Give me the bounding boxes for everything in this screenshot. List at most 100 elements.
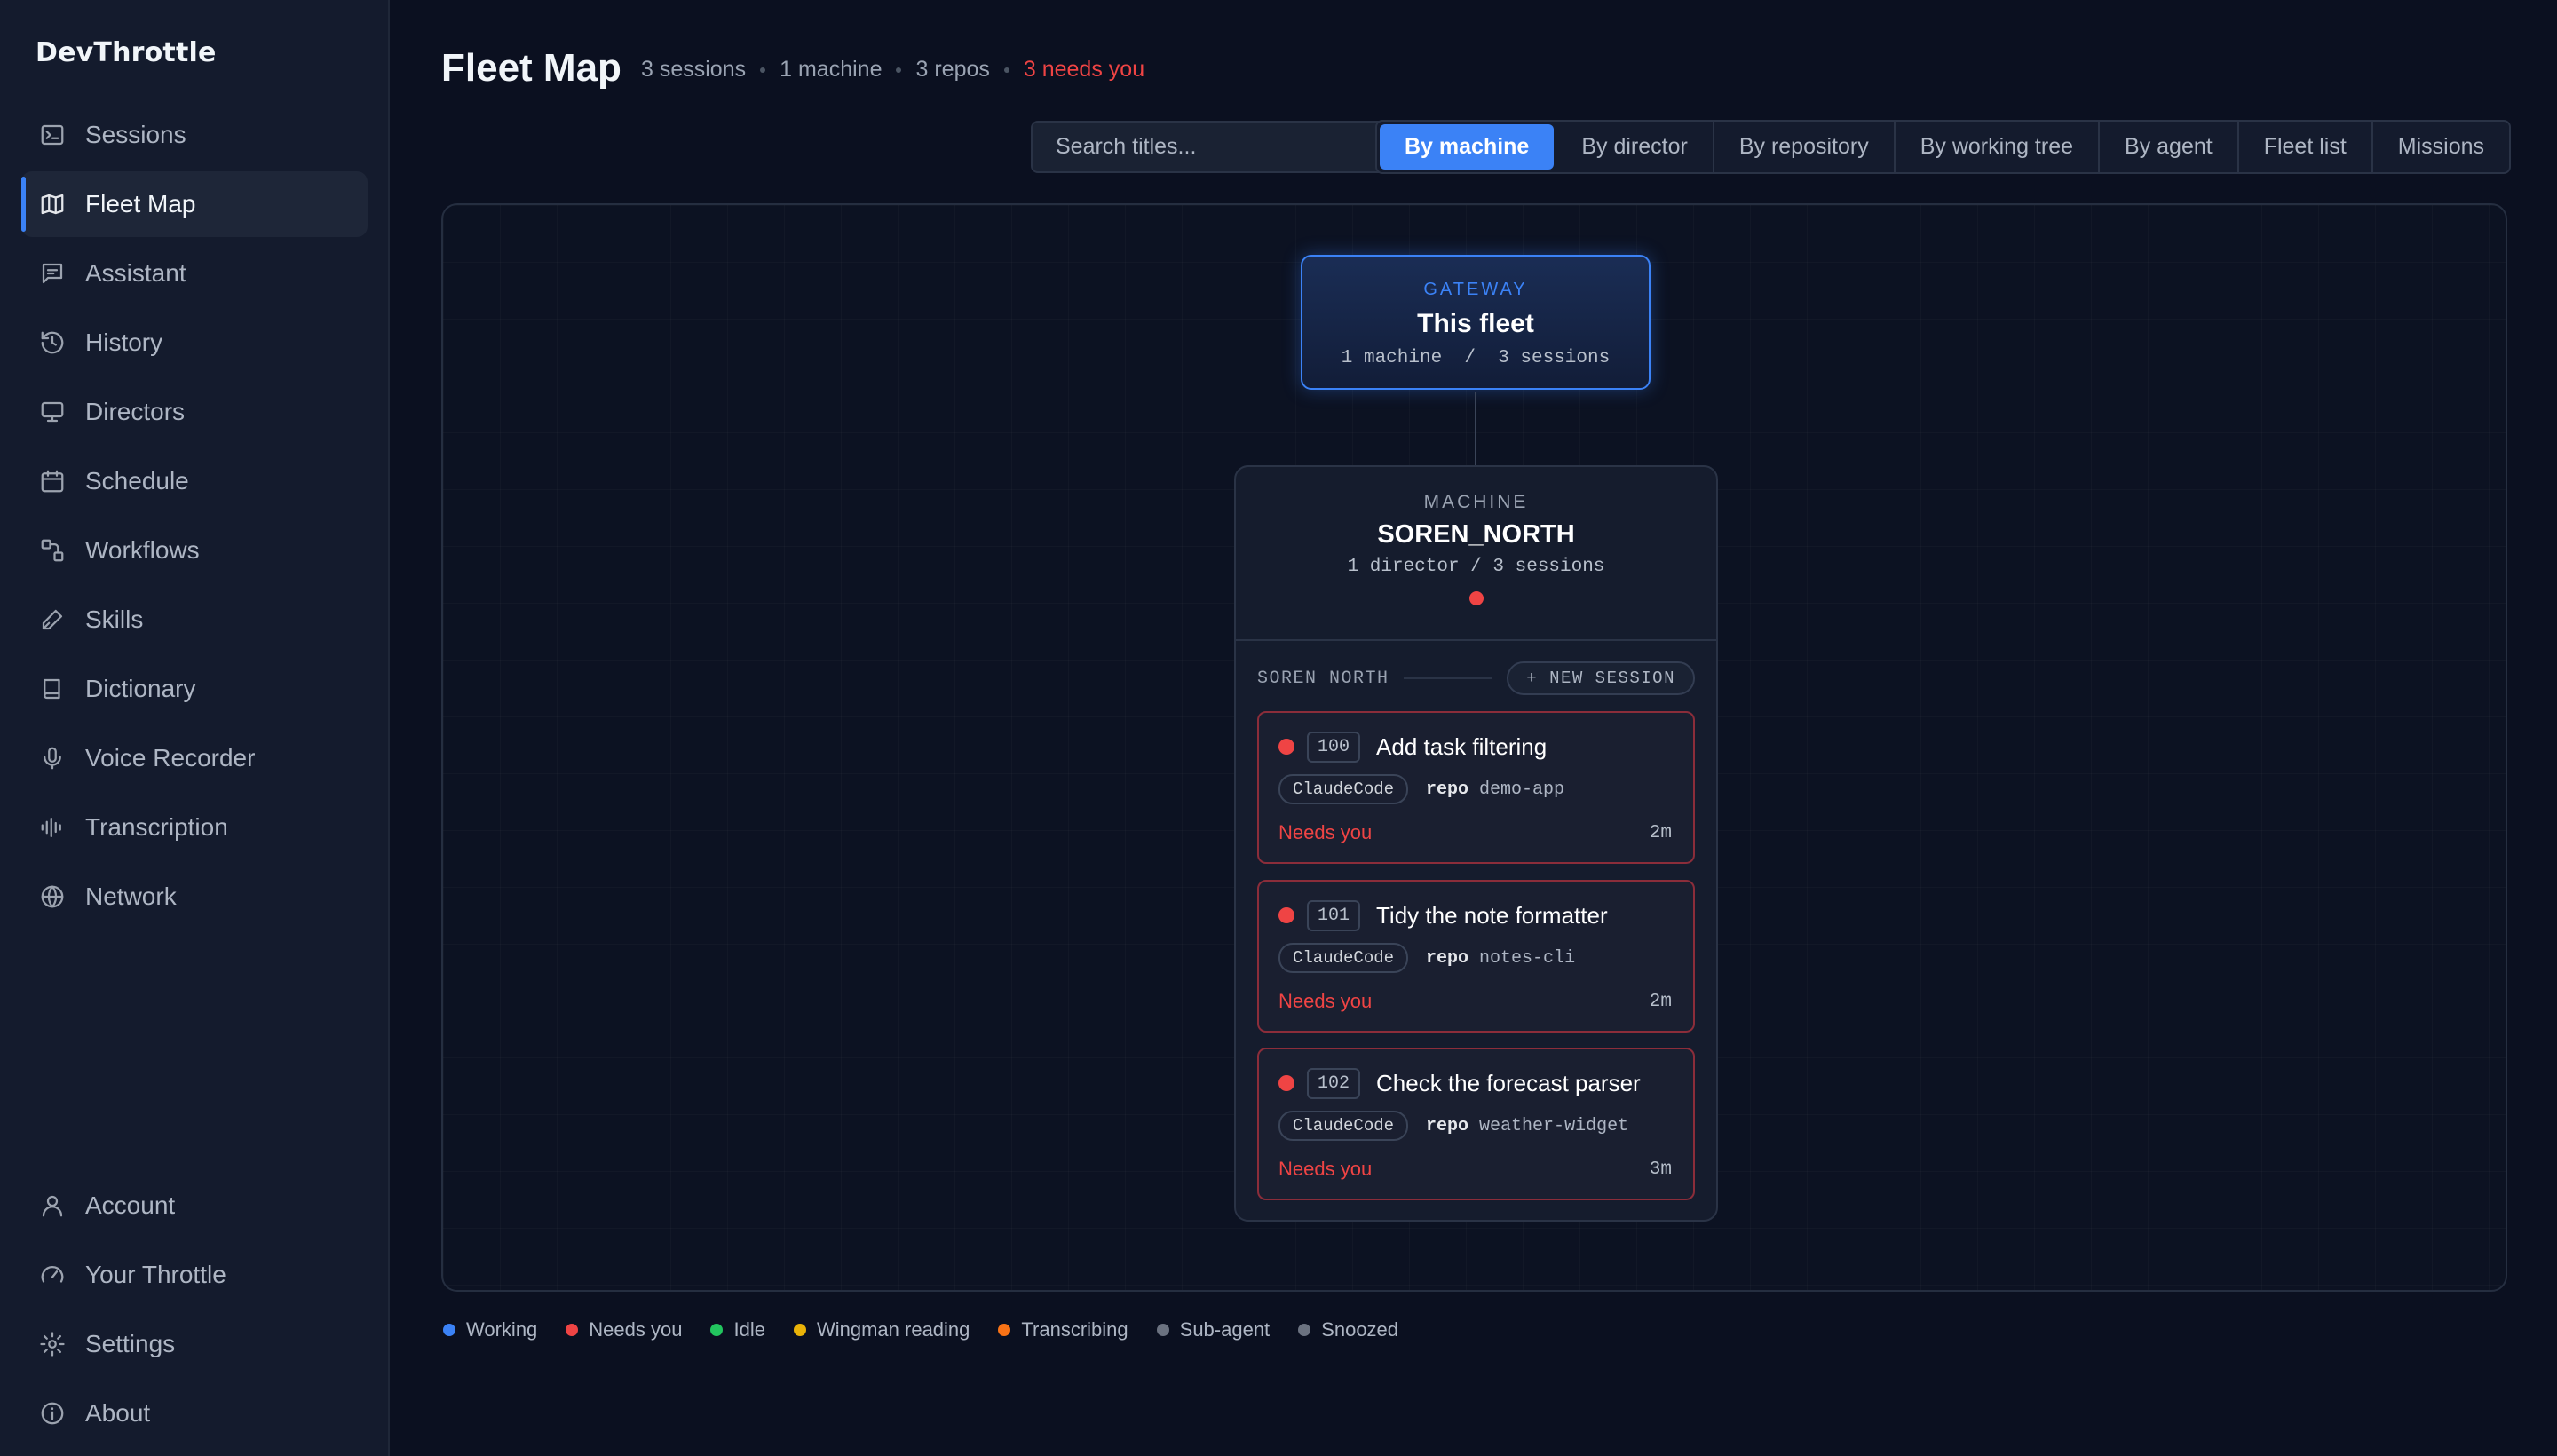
calendar-icon <box>39 468 66 495</box>
sidebar-item-assistant[interactable]: Assistant <box>21 241 368 306</box>
sidebar-item-workflows[interactable]: Workflows <box>21 518 368 583</box>
repo-key: repo <box>1426 1115 1469 1136</box>
gateway-title: This fleet <box>1417 309 1534 338</box>
map-icon <box>39 191 66 218</box>
info-icon <box>39 1400 66 1427</box>
chat-icon <box>39 260 66 287</box>
session-number: 100 <box>1307 731 1361 763</box>
pen-icon <box>39 606 66 633</box>
fleet-map-canvas[interactable]: GATEWAY This fleet 1 machine / 3 session… <box>441 203 2507 1292</box>
agent-badge: ClaudeCode <box>1278 1111 1409 1141</box>
session-status: Needs you <box>1278 821 1373 843</box>
history-icon <box>39 329 66 356</box>
session-title: Add task filtering <box>1376 732 1548 760</box>
sidebar-item-voice-recorder[interactable]: Voice Recorder <box>21 725 368 791</box>
session-title: Tidy the note formatter <box>1376 901 1608 929</box>
page-title: Fleet Map <box>441 46 621 90</box>
summary-machines: 1 machine <box>780 57 883 82</box>
repo-key: repo <box>1426 779 1469 800</box>
session-number: 102 <box>1307 1067 1361 1099</box>
view-tabs: By machine By director By repository By … <box>1375 120 2512 174</box>
machine-node[interactable]: MACHINE SOREN_NORTH 1 director / 3 sessi… <box>1234 465 1718 1222</box>
sidebar-item-skills[interactable]: Skills <box>21 587 368 653</box>
session-card[interactable]: 101 Tidy the note formatter ClaudeCode r… <box>1257 880 1695 1033</box>
tab-by-agent[interactable]: By agent <box>2100 122 2239 172</box>
sidebar-item-dictionary[interactable]: Dictionary <box>21 656 368 722</box>
legend-label: Needs you <box>589 1318 683 1341</box>
sidebar-item-schedule[interactable]: Schedule <box>21 448 368 514</box>
gateway-subtitle: 1 machine / 3 sessions <box>1341 348 1611 368</box>
session-card[interactable]: 100 Add task filtering ClaudeCode repo d… <box>1257 711 1695 864</box>
director-group-label: SOREN_NORTH <box>1257 668 1389 689</box>
machine-name: SOREN_NORTH <box>1377 520 1575 549</box>
sidebar-item-history[interactable]: History <box>21 310 368 376</box>
sidebar-item-about[interactable]: About <box>21 1381 368 1446</box>
repo-name: weather-widget <box>1479 1115 1629 1136</box>
legend-dot <box>443 1324 455 1336</box>
legend-label: Wingman reading <box>816 1318 970 1341</box>
legend-label: Transcribing <box>1021 1318 1128 1341</box>
legend-label: Idle <box>733 1318 765 1341</box>
sidebar-item-label: Your Throttle <box>85 1261 226 1288</box>
session-status: Needs you <box>1278 990 1373 1012</box>
sidebar-item-account[interactable]: Account <box>21 1173 368 1238</box>
repo-name: notes-cli <box>1479 947 1576 969</box>
legend-dot <box>566 1324 579 1336</box>
microphone-icon <box>39 745 66 772</box>
user-icon <box>39 1192 66 1219</box>
sidebar: DevThrottle Sessions Fleet Map Assistant… <box>0 0 390 1456</box>
separator-dot <box>760 67 766 73</box>
new-session-button[interactable]: + NEW SESSION <box>1507 661 1695 695</box>
tab-by-working-tree[interactable]: By working tree <box>1896 122 2101 172</box>
legend-item-sub-agent: Sub-agent <box>1156 1318 1270 1341</box>
main-content: Fleet Map 3 sessions 1 machine 3 repos 3… <box>392 0 2557 1456</box>
app-logo: DevThrottle <box>36 37 217 68</box>
legend-label: Snoozed <box>1321 1318 1399 1341</box>
legend-dot <box>1156 1324 1169 1336</box>
sidebar-item-directors[interactable]: Directors <box>21 379 368 445</box>
sidebar-item-fleet-map[interactable]: Fleet Map <box>21 171 368 237</box>
session-age: 2m <box>1649 991 1672 1012</box>
agent-badge: ClaudeCode <box>1278 943 1409 973</box>
legend-dot <box>1298 1324 1311 1336</box>
legend-label: Working <box>466 1318 538 1341</box>
search-input[interactable] <box>1031 121 1396 173</box>
tab-by-director[interactable]: By director <box>1556 122 1714 172</box>
sidebar-item-label: Schedule <box>85 467 189 495</box>
sidebar-item-label: History <box>85 328 163 356</box>
session-card[interactable]: 102 Check the forecast parser ClaudeCode… <box>1257 1048 1695 1200</box>
sidebar-item-transcription[interactable]: Transcription <box>21 795 368 860</box>
tab-by-machine[interactable]: By machine <box>1380 124 1555 170</box>
session-age: 2m <box>1649 822 1672 843</box>
fleet-summary: 3 sessions 1 machine 3 repos 3 needs you <box>641 57 1144 83</box>
summary-needs-you: 3 needs you <box>1023 57 1145 82</box>
sidebar-item-your-throttle[interactable]: Your Throttle <box>21 1242 368 1308</box>
agent-badge: ClaudeCode <box>1278 774 1409 804</box>
workflow-icon <box>39 537 66 564</box>
legend-item-wingman-reading: Wingman reading <box>793 1318 970 1341</box>
machine-status-dot <box>1468 591 1484 605</box>
sidebar-item-label: Settings <box>85 1330 176 1357</box>
sidebar-item-settings[interactable]: Settings <box>21 1311 368 1377</box>
legend-item-needs-you: Needs you <box>566 1318 682 1341</box>
tab-fleet-list[interactable]: Fleet list <box>2239 122 2373 172</box>
legend-item-transcribing: Transcribing <box>998 1318 1128 1341</box>
status-dot <box>1278 739 1294 755</box>
tab-missions[interactable]: Missions <box>2373 122 2509 172</box>
tab-by-repository[interactable]: By repository <box>1714 122 1896 172</box>
sidebar-item-network[interactable]: Network <box>21 864 368 930</box>
separator-dot <box>1003 67 1009 73</box>
repo-key: repo <box>1426 947 1469 969</box>
sidebar-item-label: Voice Recorder <box>85 744 256 772</box>
session-status: Needs you <box>1278 1158 1373 1180</box>
gateway-node[interactable]: GATEWAY This fleet 1 machine / 3 session… <box>1301 255 1651 390</box>
machine-subtitle: 1 director / 3 sessions <box>1347 557 1605 577</box>
machine-kicker: MACHINE <box>1423 492 1529 512</box>
status-dot <box>1278 1075 1294 1091</box>
sidebar-item-label: Transcription <box>85 813 228 841</box>
sidebar-item-label: Assistant <box>85 259 186 287</box>
repo-name: demo-app <box>1479 779 1565 800</box>
legend-dot <box>710 1324 724 1336</box>
status-legend: Working Needs you Idle Wingman reading T… <box>443 1318 1427 1341</box>
sidebar-item-sessions[interactable]: Sessions <box>21 102 368 168</box>
